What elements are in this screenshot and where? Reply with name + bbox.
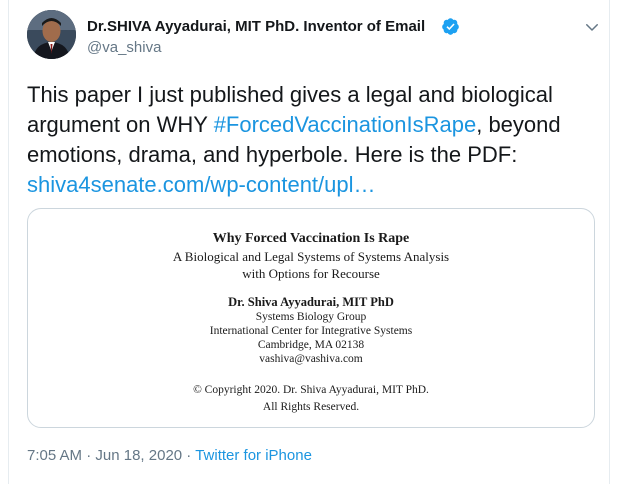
pdf-email: vashiva@vashiva.com [259,353,363,365]
pdf-affiliation-line2: International Center for Integrative Sys… [209,325,413,337]
pdf-affiliation-line1: Systems Biology Group [255,311,367,323]
tweet-time[interactable]: 7:05 AM [27,447,82,464]
pdf-copyright-line1: © Copyright 2020. Dr. Shiva Ayyadurai, M… [193,384,429,396]
pdf-subtitle-line2: with Options for Recourse [242,266,380,281]
tweet-source-link[interactable]: Twitter for iPhone [195,447,312,464]
tweet-meta: 7:05 AM · Jun 18, 2020 · Twitter for iPh… [27,447,312,464]
pdf-copyright-line2: All Rights Reserved. [262,401,360,413]
tweet-card: Dr.SHIVA Ayyadurai, MIT PhD. Inventor of… [8,0,610,484]
avatar[interactable] [27,10,76,59]
meta-separator: · [82,447,96,464]
tweet-text: This paper I just published gives a lega… [27,80,597,200]
hashtag-link[interactable]: #ForcedVaccinationIsRape [214,112,477,137]
pdf-author: Dr. Shiva Ayyadurai, MIT PhD [228,295,394,309]
pdf-link[interactable]: shiva4senate.com/wp-content/upl… [27,172,376,197]
pdf-address: Cambridge, MA 02138 [257,339,365,351]
meta-separator-2: · [182,447,196,464]
pdf-preview-card[interactable]: Why Forced Vaccination Is Rape A Biologi… [27,208,595,428]
verified-badge-icon [442,18,459,35]
author-handle[interactable]: @va_shiva [87,39,161,56]
tweet-date[interactable]: Jun 18, 2020 [95,447,182,464]
pdf-title: Why Forced Vaccination Is Rape [212,231,410,246]
author-display-name[interactable]: Dr.SHIVA Ayyadurai, MIT PhD. Inventor of… [87,18,425,35]
chevron-down-icon[interactable] [583,18,601,36]
pdf-subtitle-line1: A Biological and Legal Systems of System… [172,249,450,264]
